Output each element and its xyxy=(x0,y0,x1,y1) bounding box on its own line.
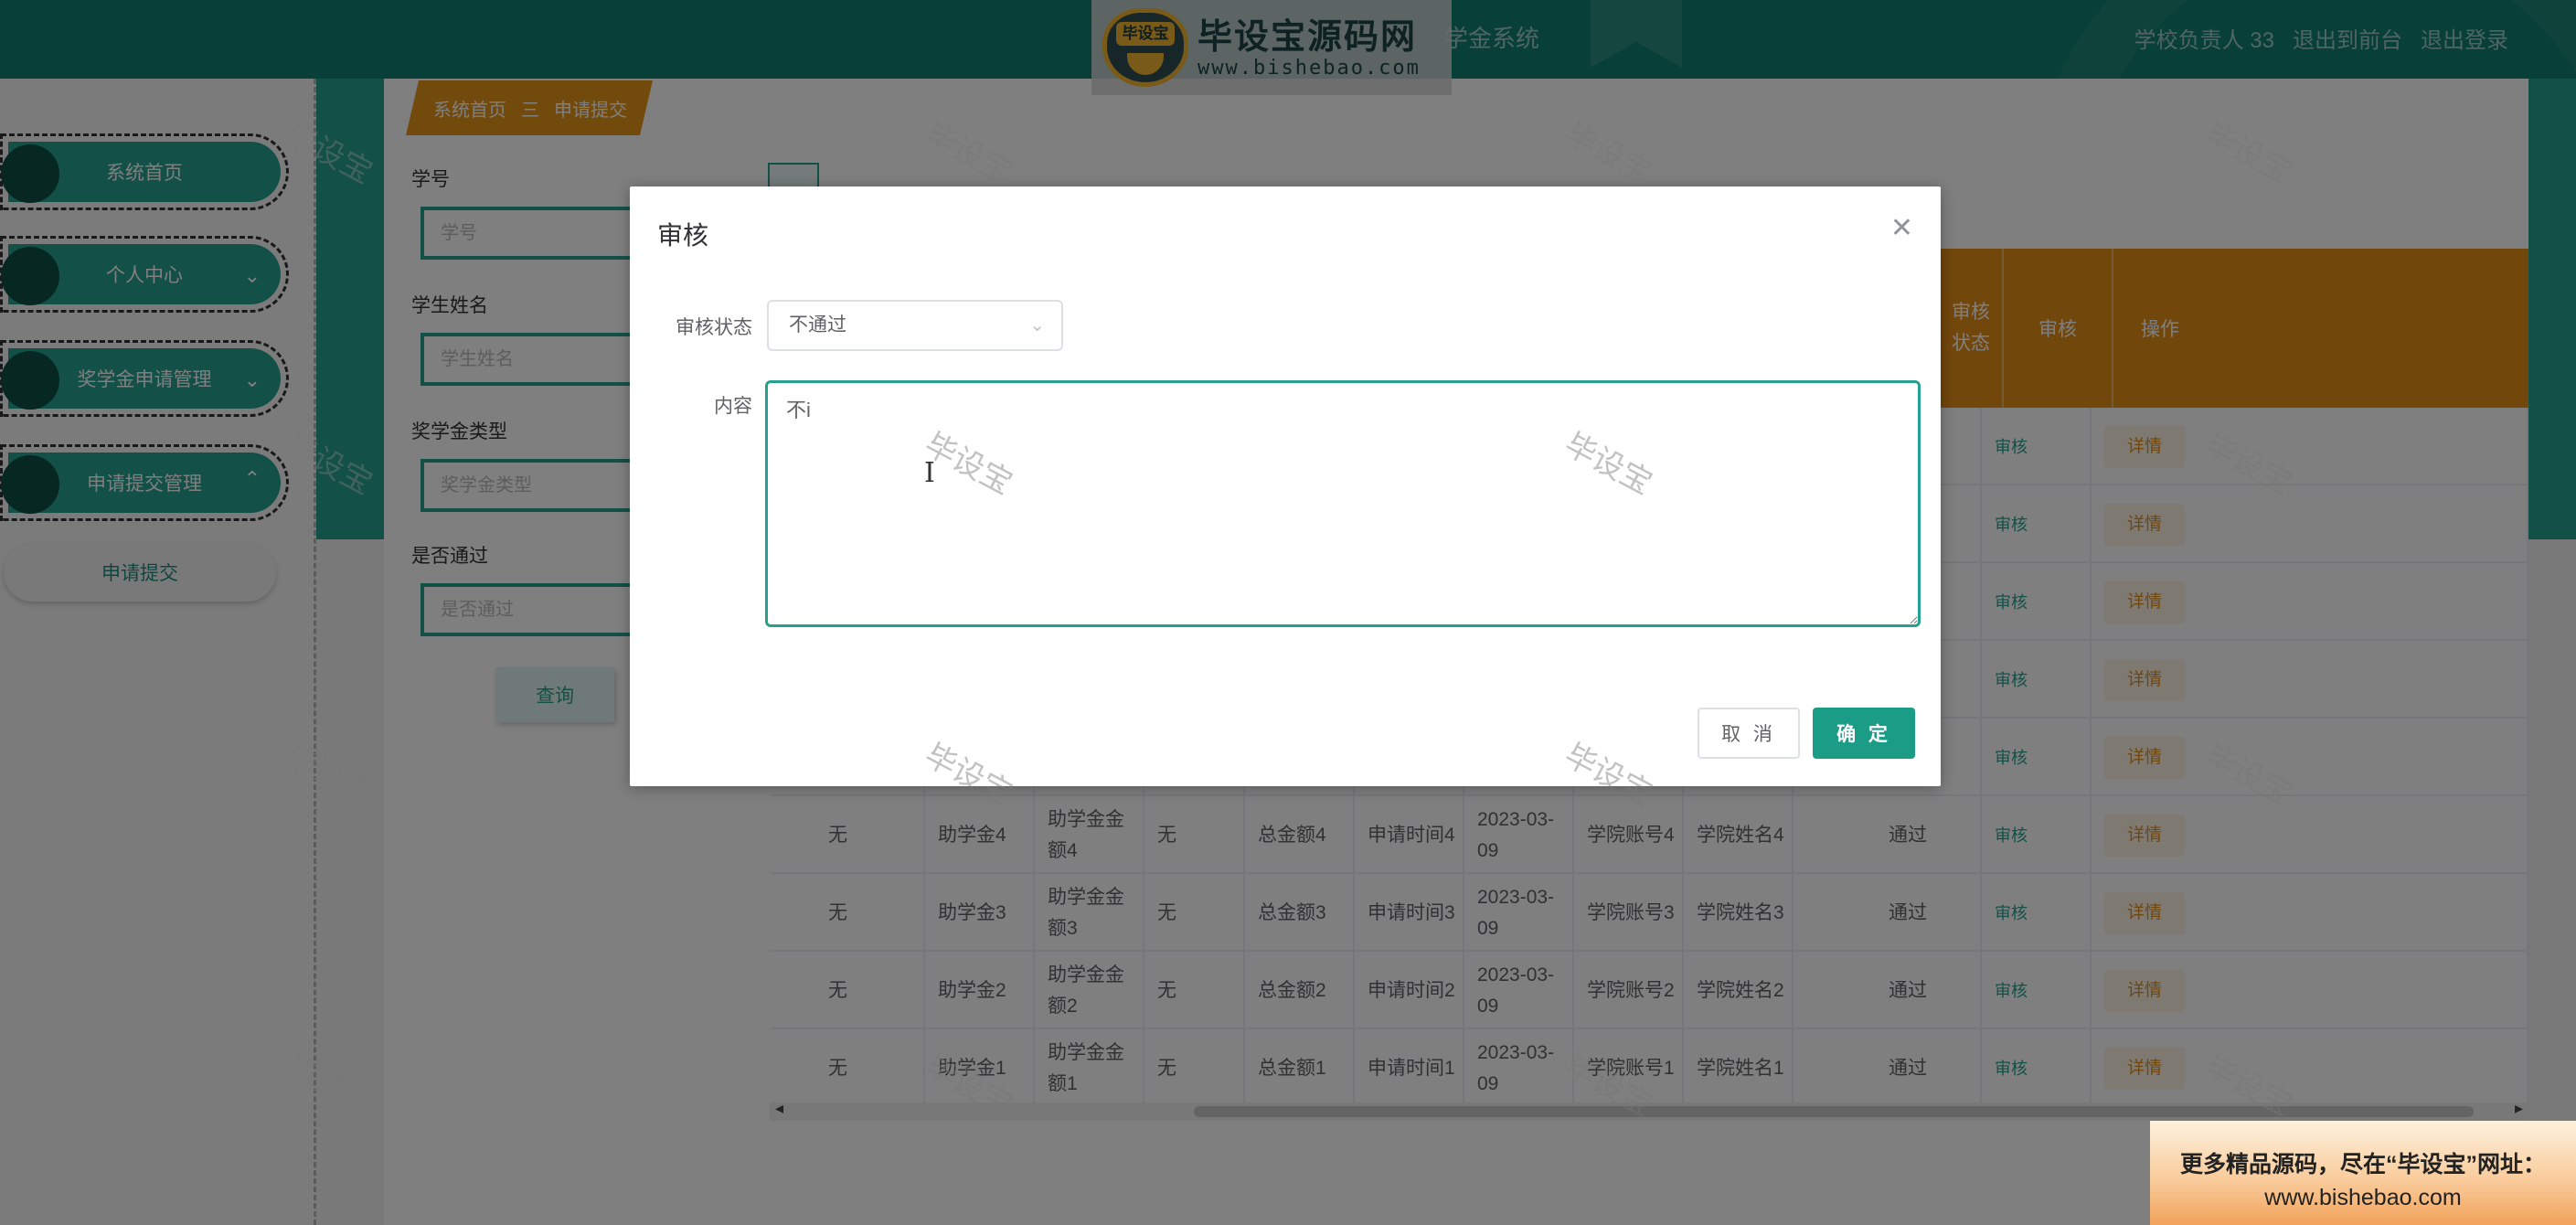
promo-line-1: 更多精品源码，尽在“毕设宝”网址： xyxy=(2179,1152,2546,1177)
chevron-down-icon: ⌄ xyxy=(1029,315,1045,336)
content-textarea[interactable]: 不i xyxy=(765,380,1921,627)
close-icon[interactable]: ✕ xyxy=(1890,212,1913,244)
audit-status-label: 审核状态 xyxy=(676,317,752,338)
audit-dialog: 审核 ✕ 审核状态 不通过 ⌄ 内容 不i I 取 消 确 定 xyxy=(630,186,1941,786)
promo-banner: 更多精品源码，尽在“毕设宝”网址： www.bishebao.com xyxy=(2150,1121,2576,1225)
cancel-button[interactable]: 取 消 xyxy=(1698,708,1800,759)
confirm-button[interactable]: 确 定 xyxy=(1813,708,1915,759)
audit-status-value: 不通过 xyxy=(789,314,846,336)
content-label: 内容 xyxy=(714,396,752,417)
text-cursor-icon: I xyxy=(924,457,935,489)
dialog-title: 审核 xyxy=(657,221,709,250)
audit-status-select[interactable]: 不通过 ⌄ xyxy=(767,300,1063,351)
promo-url[interactable]: www.bishebao.com xyxy=(2150,1185,2576,1211)
